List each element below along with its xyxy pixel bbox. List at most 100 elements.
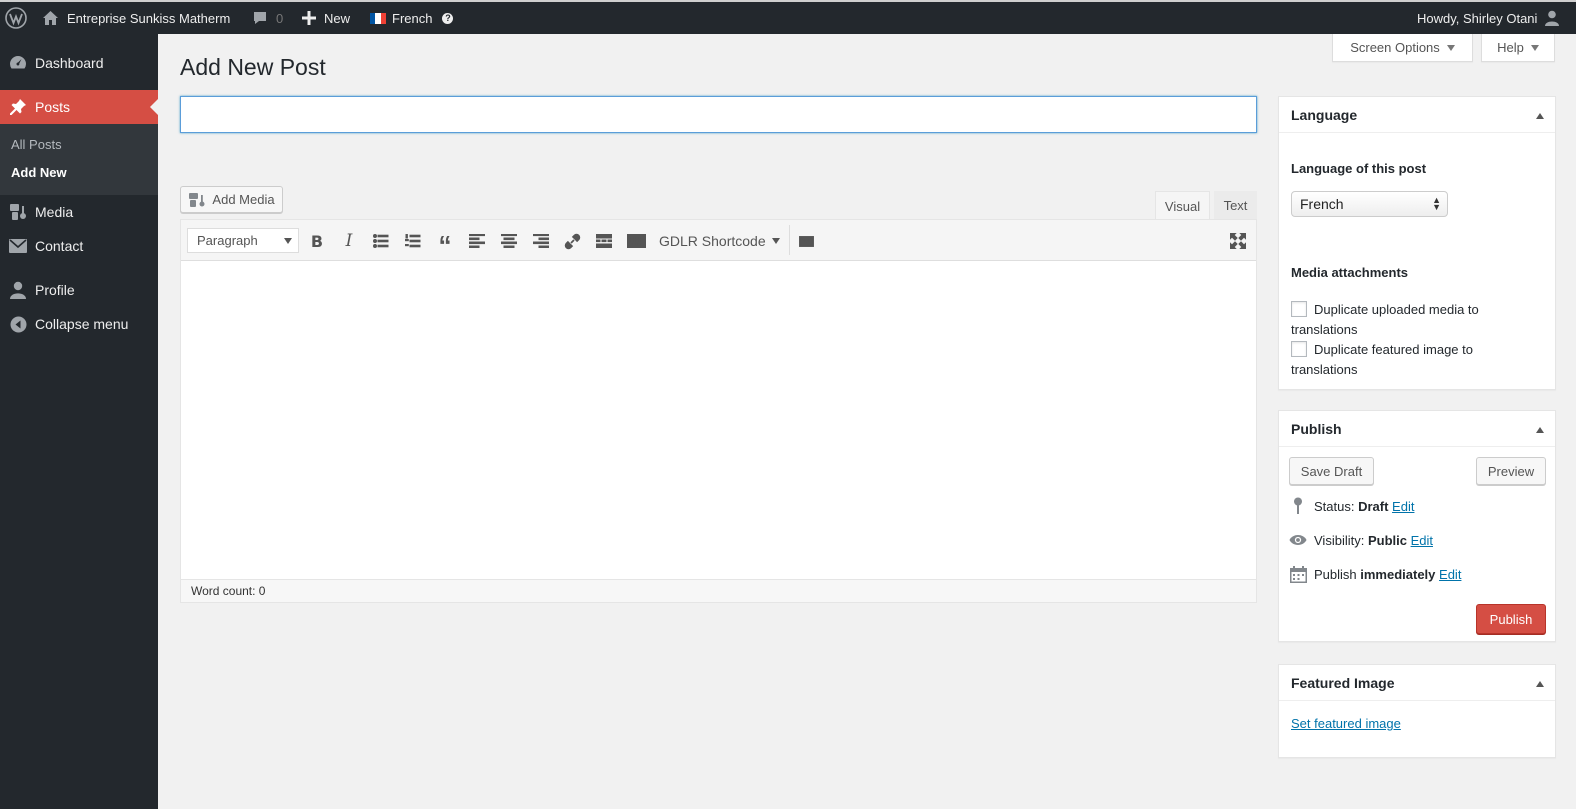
caret-down-icon <box>284 238 292 244</box>
save-draft-button[interactable]: Save Draft <box>1289 457 1374 485</box>
admin-menu: Dashboard Posts All Posts Add New Media … <box>0 34 158 809</box>
publish-schedule-label: Publish <box>1314 567 1361 582</box>
align-right-icon[interactable] <box>531 231 551 251</box>
caret-down-icon <box>1530 44 1539 51</box>
french-flag-icon <box>370 12 386 24</box>
my-account[interactable]: Howdy, Shirley Otani <box>1417 2 1560 34</box>
mail-icon[interactable] <box>796 231 816 251</box>
add-media-button[interactable]: Add Media <box>180 186 283 213</box>
howdy-text: Howdy, Shirley Otani <box>1417 10 1538 26</box>
sidebar-item-media[interactable]: Media <box>0 195 158 229</box>
word-count: Word count: 0 <box>191 584 266 598</box>
select-arrows-icon: ▲ ▼ <box>1432 195 1441 212</box>
eye-icon <box>1289 531 1307 549</box>
sidebar-item-contact[interactable]: Contact <box>0 229 158 263</box>
avatar-icon <box>1545 10 1560 26</box>
align-center-icon[interactable] <box>499 231 519 251</box>
status-label: Status: <box>1314 499 1359 514</box>
bulleted-list-icon[interactable] <box>371 231 391 251</box>
visibility-row: Visibility: Public Edit <box>1314 533 1433 548</box>
duplicate-media-label-cont: translations <box>1291 322 1358 337</box>
help-button[interactable]: Help <box>1481 34 1555 62</box>
site-name-link[interactable]: Entreprise Sunkiss Matherm <box>42 2 230 34</box>
visibility-label: Visibility: <box>1314 533 1368 548</box>
save-draft-label: Save Draft <box>1300 463 1363 479</box>
fullscreen-icon[interactable] <box>1228 231 1248 251</box>
keyboard-icon[interactable] <box>626 231 646 251</box>
status-row: Status: Draft Edit <box>1314 499 1414 514</box>
post-title-input[interactable] <box>180 96 1257 133</box>
italic-icon[interactable]: I <box>339 231 359 251</box>
language-metabox: Language Language of this post French ▲ ▼… <box>1278 96 1556 390</box>
tab-visual-label: Visual <box>1164 198 1201 214</box>
help-circle-icon[interactable]: ? <box>442 12 454 24</box>
language-metabox-title: Language <box>1291 106 1358 123</box>
collapse-arrow-icon[interactable] <box>1536 427 1544 433</box>
blockquote-icon[interactable]: “ <box>435 231 455 258</box>
collapse-arrow-icon[interactable] <box>1536 681 1544 687</box>
posts-submenu: All Posts Add New <box>0 124 158 195</box>
admin-bar: Entreprise Sunkiss Matherm 0 New French … <box>0 0 1576 34</box>
pushpin-icon <box>8 97 28 117</box>
format-select[interactable]: Paragraph <box>187 228 299 253</box>
envelope-icon <box>8 236 28 256</box>
post-editor: Paragraph B I “ GDLR Shortcode Word coun… <box>180 219 1257 603</box>
language-metabox-header[interactable]: Language <box>1279 97 1555 133</box>
preview-button[interactable]: Preview <box>1476 457 1546 485</box>
comments-count: 0 <box>276 10 284 26</box>
edit-visibility-link[interactable]: Edit <box>1411 533 1433 548</box>
duplicate-featured-label-cont: translations <box>1291 362 1358 377</box>
wordpress-logo-icon[interactable] <box>5 2 27 34</box>
link-icon[interactable] <box>562 231 582 251</box>
new-label: New <box>324 10 351 26</box>
edit-schedule-link[interactable]: Edit <box>1439 567 1461 582</box>
collapse-menu-button[interactable]: Collapse menu <box>0 307 158 341</box>
editor-content-area[interactable] <box>181 261 1256 579</box>
add-media-icon <box>188 192 206 208</box>
bold-icon[interactable]: B <box>307 231 327 251</box>
media-icon <box>8 202 28 222</box>
featured-image-metabox-header[interactable]: Featured Image <box>1279 665 1555 701</box>
edit-status-link[interactable]: Edit <box>1392 499 1414 514</box>
duplicate-media-checkbox[interactable] <box>1291 301 1307 317</box>
publish-metabox-header[interactable]: Publish <box>1279 411 1555 447</box>
submenu-all-posts[interactable]: All Posts <box>11 137 62 152</box>
duplicate-featured-checkbox[interactable] <box>1291 341 1307 357</box>
tab-text-label: Text <box>1223 198 1248 213</box>
language-switcher[interactable]: French ? <box>370 2 454 34</box>
align-left-icon[interactable] <box>467 231 487 251</box>
sidebar-item-posts[interactable]: Posts <box>0 90 158 124</box>
tab-text[interactable]: Text <box>1214 191 1257 220</box>
publish-button[interactable]: Publish <box>1476 604 1546 634</box>
sidebar-item-dashboard[interactable]: Dashboard <box>0 46 158 80</box>
help-label: Help <box>1497 40 1524 55</box>
collapse-icon <box>8 314 28 334</box>
toolbar-divider <box>789 225 790 255</box>
comment-icon <box>252 10 268 26</box>
comments-link[interactable]: 0 <box>252 2 283 34</box>
featured-image-title: Featured Image <box>1291 674 1395 691</box>
submenu-add-new[interactable]: Add New <box>11 165 67 180</box>
collapse-arrow-icon[interactable] <box>1536 113 1544 119</box>
pin-icon <box>1289 497 1307 515</box>
publish-metabox-title: Publish <box>1291 420 1342 437</box>
numbered-list-icon[interactable] <box>403 231 423 251</box>
tab-visual[interactable]: Visual <box>1155 191 1210 220</box>
post-language-select[interactable]: French ▲ ▼ <box>1291 191 1448 217</box>
new-content-link[interactable]: New <box>302 2 350 34</box>
duplicate-media-label: Duplicate uploaded media to <box>1314 302 1479 317</box>
set-featured-image-link[interactable]: Set featured image <box>1291 716 1401 731</box>
publish-metabox: Publish Save Draft Preview Status: Draft… <box>1278 410 1556 642</box>
read-more-icon[interactable] <box>594 231 614 251</box>
language-label: French <box>392 10 433 26</box>
gdlr-shortcode-dropdown[interactable]: GDLR Shortcode <box>659 231 785 251</box>
caret-down-icon <box>1446 44 1455 51</box>
dashboard-icon <box>8 53 28 73</box>
status-value: Draft <box>1358 499 1389 514</box>
language-of-post-label: Language of this post <box>1291 161 1427 176</box>
publish-schedule-value: immediately <box>1360 567 1436 582</box>
screen-options-button[interactable]: Screen Options <box>1332 34 1473 62</box>
sidebar-item-label: Dashboard <box>35 55 104 71</box>
sidebar-item-profile[interactable]: Profile <box>0 273 158 307</box>
publish-schedule-row: Publish immediately Edit <box>1314 567 1461 582</box>
